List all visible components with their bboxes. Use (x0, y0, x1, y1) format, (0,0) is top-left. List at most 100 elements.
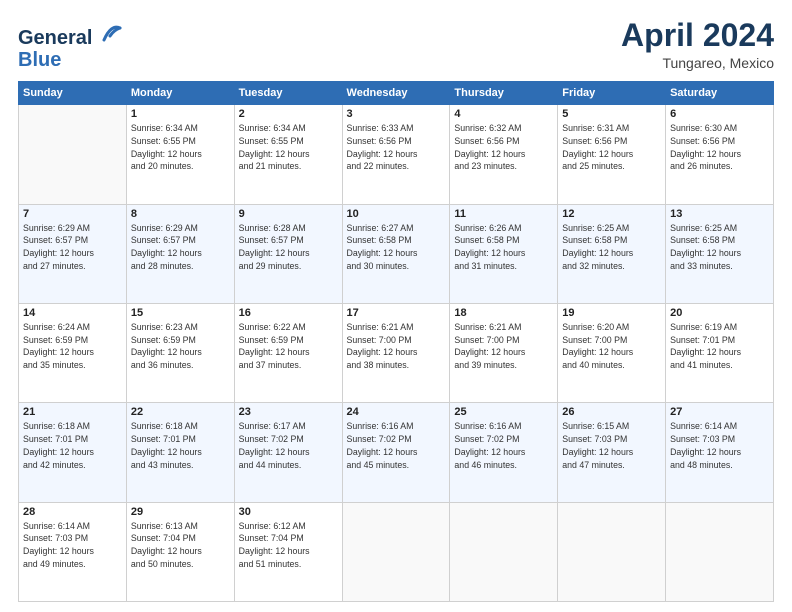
day-info: Sunrise: 6:24 AMSunset: 6:59 PMDaylight:… (23, 321, 122, 372)
calendar-cell: 18Sunrise: 6:21 AMSunset: 7:00 PMDayligh… (450, 303, 558, 402)
day-number: 1 (131, 108, 230, 120)
day-number: 16 (239, 307, 338, 319)
page: General Blue April 2024 Tungareo, Mexico… (0, 0, 792, 612)
logo-icon (100, 22, 122, 44)
calendar-cell: 15Sunrise: 6:23 AMSunset: 6:59 PMDayligh… (126, 303, 234, 402)
day-info: Sunrise: 6:33 AMSunset: 6:56 PMDaylight:… (347, 122, 446, 173)
calendar-cell: 14 Sunrise: 6:24 AMSunset: 6:59 PMDayligh… (19, 303, 127, 402)
calendar-cell: 8 Sunrise: 6:29 AMSunset: 6:57 PMDaylight… (126, 204, 234, 303)
calendar-cell: 12 Sunrise: 6:25 AMSunset: 6:58 PMDayligh… (558, 204, 666, 303)
day-number: 14 (23, 307, 122, 319)
calendar-cell: 5 Sunrise: 6:31 AMSunset: 6:56 PMDaylight… (558, 105, 666, 204)
day-number: 19 (562, 307, 661, 319)
calendar-cell: 30 Sunrise: 6:12 AMSunset: 7:04 PMDayligh… (234, 502, 342, 601)
day-info: Sunrise: 6:27 AMSunset: 6:58 PMDaylight:… (347, 222, 446, 273)
calendar-cell: 23Sunrise: 6:17 AMSunset: 7:02 PMDayligh… (234, 403, 342, 502)
calendar-cell: 24 Sunrise: 6:16 AMSunset: 7:02 PMDayligh… (342, 403, 450, 502)
day-number: 22 (131, 406, 230, 418)
day-number: 29 (131, 506, 230, 518)
logo-text: General (18, 22, 122, 49)
calendar-cell: 19 Sunrise: 6:20 AMSunset: 7:00 PMDayligh… (558, 303, 666, 402)
day-number: 20 (670, 307, 769, 319)
day-number: 3 (347, 108, 446, 120)
calendar-cell (19, 105, 127, 204)
day-info: Sunrise: 6:34 AMSunset: 6:55 PMDaylight:… (131, 122, 230, 173)
day-number: 6 (670, 108, 769, 120)
calendar-cell: 7Sunrise: 6:29 AMSunset: 6:57 PMDaylight… (19, 204, 127, 303)
logo: General Blue (18, 22, 122, 71)
day-info: Sunrise: 6:17 AMSunset: 7:02 PMDaylight:… (239, 420, 338, 471)
col-header-wednesday: Wednesday (342, 82, 450, 105)
day-info: Sunrise: 6:31 AMSunset: 6:56 PMDaylight:… (562, 122, 661, 173)
calendar-cell: 1 Sunrise: 6:34 AMSunset: 6:55 PMDaylight… (126, 105, 234, 204)
calendar-week-row: 1 Sunrise: 6:34 AMSunset: 6:55 PMDaylight… (19, 105, 774, 204)
day-info: Sunrise: 6:14 AMSunset: 7:03 PMDaylight:… (23, 520, 122, 571)
day-number: 9 (239, 208, 338, 220)
day-info: Sunrise: 6:15 AMSunset: 7:03 PMDaylight:… (562, 420, 661, 471)
day-number: 12 (562, 208, 661, 220)
day-info: Sunrise: 6:16 AMSunset: 7:02 PMDaylight:… (454, 420, 553, 471)
calendar-cell: 9 Sunrise: 6:28 AMSunset: 6:57 PMDaylight… (234, 204, 342, 303)
col-header-saturday: Saturday (666, 82, 774, 105)
calendar-week-row: 21 Sunrise: 6:18 AMSunset: 7:01 PMDayligh… (19, 403, 774, 502)
calendar-cell: 2Sunrise: 6:34 AMSunset: 6:55 PMDaylight… (234, 105, 342, 204)
calendar-cell: 10 Sunrise: 6:27 AMSunset: 6:58 PMDayligh… (342, 204, 450, 303)
day-number: 13 (670, 208, 769, 220)
calendar-header-row: SundayMondayTuesdayWednesdayThursdayFrid… (19, 82, 774, 105)
col-header-tuesday: Tuesday (234, 82, 342, 105)
day-info: Sunrise: 6:23 AMSunset: 6:59 PMDaylight:… (131, 321, 230, 372)
calendar-week-row: 7Sunrise: 6:29 AMSunset: 6:57 PMDaylight… (19, 204, 774, 303)
day-info: Sunrise: 6:16 AMSunset: 7:02 PMDaylight:… (347, 420, 446, 471)
day-number: 30 (239, 506, 338, 518)
calendar-cell: 25 Sunrise: 6:16 AMSunset: 7:02 PMDayligh… (450, 403, 558, 502)
day-number: 11 (454, 208, 553, 220)
calendar-table: SundayMondayTuesdayWednesdayThursdayFrid… (18, 81, 774, 602)
calendar-cell: 28Sunrise: 6:14 AMSunset: 7:03 PMDayligh… (19, 502, 127, 601)
day-info: Sunrise: 6:18 AMSunset: 7:01 PMDaylight:… (23, 420, 122, 471)
day-info: Sunrise: 6:25 AMSunset: 6:58 PMDaylight:… (670, 222, 769, 273)
day-info: Sunrise: 6:13 AMSunset: 7:04 PMDaylight:… (131, 520, 230, 571)
day-info: Sunrise: 6:14 AMSunset: 7:03 PMDaylight:… (670, 420, 769, 471)
calendar-cell: 26 Sunrise: 6:15 AMSunset: 7:03 PMDayligh… (558, 403, 666, 502)
day-info: Sunrise: 6:29 AMSunset: 6:57 PMDaylight:… (23, 222, 122, 273)
calendar-cell (342, 502, 450, 601)
day-number: 21 (23, 406, 122, 418)
day-number: 5 (562, 108, 661, 120)
day-info: Sunrise: 6:29 AMSunset: 6:57 PMDaylight:… (131, 222, 230, 273)
day-info: Sunrise: 6:26 AMSunset: 6:58 PMDaylight:… (454, 222, 553, 273)
calendar-cell: 4Sunrise: 6:32 AMSunset: 6:56 PMDaylight… (450, 105, 558, 204)
day-number: 4 (454, 108, 553, 120)
calendar-cell: 17Sunrise: 6:21 AMSunset: 7:00 PMDayligh… (342, 303, 450, 402)
title-month: April 2024 (621, 18, 774, 53)
calendar-week-row: 28Sunrise: 6:14 AMSunset: 7:03 PMDayligh… (19, 502, 774, 601)
day-info: Sunrise: 6:19 AMSunset: 7:01 PMDaylight:… (670, 321, 769, 372)
day-number: 25 (454, 406, 553, 418)
calendar-cell: 11 Sunrise: 6:26 AMSunset: 6:58 PMDayligh… (450, 204, 558, 303)
calendar-cell (558, 502, 666, 601)
calendar-cell: 22Sunrise: 6:18 AMSunset: 7:01 PMDayligh… (126, 403, 234, 502)
day-info: Sunrise: 6:12 AMSunset: 7:04 PMDaylight:… (239, 520, 338, 571)
calendar-cell: 6Sunrise: 6:30 AMSunset: 6:56 PMDaylight… (666, 105, 774, 204)
day-number: 26 (562, 406, 661, 418)
calendar-cell: 20 Sunrise: 6:19 AMSunset: 7:01 PMDayligh… (666, 303, 774, 402)
title-location: Tungareo, Mexico (621, 55, 774, 71)
col-header-thursday: Thursday (450, 82, 558, 105)
day-info: Sunrise: 6:28 AMSunset: 6:57 PMDaylight:… (239, 222, 338, 273)
day-info: Sunrise: 6:25 AMSunset: 6:58 PMDaylight:… (562, 222, 661, 273)
day-info: Sunrise: 6:22 AMSunset: 6:59 PMDaylight:… (239, 321, 338, 372)
calendar-cell: 16 Sunrise: 6:22 AMSunset: 6:59 PMDayligh… (234, 303, 342, 402)
header: General Blue April 2024 Tungareo, Mexico (18, 18, 774, 71)
day-info: Sunrise: 6:21 AMSunset: 7:00 PMDaylight:… (347, 321, 446, 372)
title-block: April 2024 Tungareo, Mexico (621, 18, 774, 71)
day-number: 10 (347, 208, 446, 220)
day-number: 2 (239, 108, 338, 120)
logo-blue: Blue (18, 49, 122, 71)
calendar-cell (450, 502, 558, 601)
day-number: 18 (454, 307, 553, 319)
day-number: 8 (131, 208, 230, 220)
col-header-friday: Friday (558, 82, 666, 105)
col-header-sunday: Sunday (19, 82, 127, 105)
day-info: Sunrise: 6:20 AMSunset: 7:00 PMDaylight:… (562, 321, 661, 372)
day-number: 24 (347, 406, 446, 418)
day-number: 27 (670, 406, 769, 418)
